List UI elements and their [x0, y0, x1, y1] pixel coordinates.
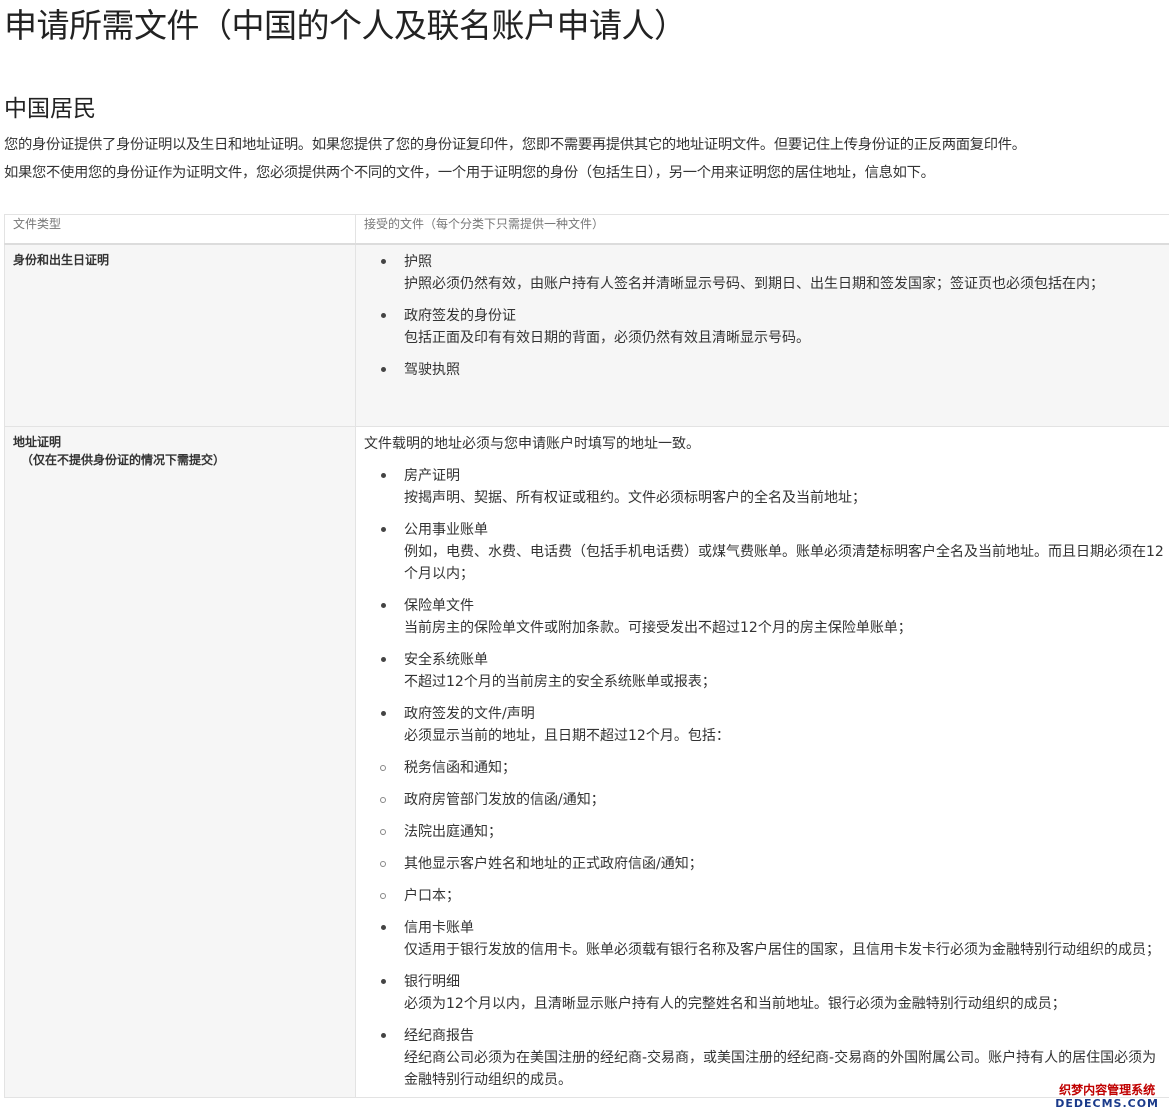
bullet-icon [381, 711, 386, 716]
row-label-identity: 身份和出生日证明 [4, 243, 356, 427]
list-item-title: 银行明细 [404, 974, 460, 990]
watermark-logo: 织梦内容管理系统 DEDECMS.COM [1055, 1083, 1159, 1111]
list-item-title: 公用事业账单 [404, 522, 488, 538]
list-item-title: 驾驶执照 [404, 362, 460, 378]
list-item-desc: 必须为12个月以内，且清晰显示账户持有人的完整姓名和当前地址。银行必须为金融特别… [404, 996, 1066, 1012]
identity-doc-list: 护照护照必须仍然有效，由账户持有人签名并清晰显示号码、到期日、出生日期和签发国家… [364, 251, 1164, 381]
watermark-cn: 织梦内容管理系统 [1059, 1083, 1156, 1097]
list-item-desc: 不超过12个月的当前房主的安全系统账单或报表； [404, 674, 716, 690]
list-item: 税务信函和通知； [364, 757, 1164, 779]
list-item: 经纪商报告经纪商公司必须为在美国注册的经纪商-交易商，或美国注册的经纪商-交易商… [364, 1025, 1164, 1091]
list-item: 户口本； [364, 885, 1164, 907]
watermark-en: DEDECMS.COM [1055, 1097, 1159, 1110]
row-content-address: 文件载明的地址必须与您申请账户时填写的地址一致。 房产证明按揭声明、契据、所有权… [355, 426, 1169, 1098]
list-item-desc: 经纪商公司必须为在美国注册的经纪商-交易商，或美国注册的经纪商-交易商的外国附属… [404, 1050, 1157, 1088]
circle-bullet-icon [380, 797, 386, 803]
list-item-desc: 必须显示当前的地址，且日期不超过12个月。包括： [404, 728, 730, 744]
list-item-title: 保险单文件 [404, 598, 474, 614]
circle-bullet-icon [380, 893, 386, 899]
list-item: 驾驶执照 [364, 359, 1164, 381]
row-label-text: 地址证明 [13, 435, 62, 449]
list-item: 法院出庭通知； [364, 821, 1164, 843]
list-item-title: 政府签发的文件/声明 [404, 706, 535, 722]
table-row-identity: 身份和出生日证明 护照护照必须仍然有效，由账户持有人签名并清晰显示号码、到期日、… [4, 243, 1169, 427]
list-item-desc: 包括正面及印有有效日期的背面，必须仍然有效且清晰显示号码。 [404, 330, 810, 346]
list-item-title: 法院出庭通知； [404, 824, 502, 840]
list-item: 保险单文件当前房主的保险单文件或附加条款。可接受发出不超过12个月的房主保险单账… [364, 595, 1164, 639]
documents-table: 文件类型 接受的文件（每个分类下只需提供一种文件） 身份和出生日证明 护照护照必… [4, 214, 1169, 1098]
list-item-title: 经纪商报告 [404, 1028, 474, 1044]
list-item-title: 护照 [404, 254, 432, 270]
list-item-title: 户口本； [404, 888, 460, 904]
list-item: 公用事业账单例如，电费、水费、电话费（包括手机电话费）或煤气费账单。账单必须清楚… [364, 519, 1164, 585]
list-item-desc: 仅适用于银行发放的信用卡。账单必须载有银行名称及客户居住的国家，且信用卡发卡行必… [404, 942, 1160, 958]
list-item-desc: 按揭声明、契据、所有权证或租约。文件必须标明客户的全名及当前地址； [404, 490, 866, 506]
row-content-identity: 护照护照必须仍然有效，由账户持有人签名并清晰显示号码、到期日、出生日期和签发国家… [355, 243, 1169, 427]
column-header-doc-type: 文件类型 [4, 214, 356, 245]
table-header-row: 文件类型 接受的文件（每个分类下只需提供一种文件） [4, 214, 1169, 245]
bullet-icon [381, 925, 386, 930]
list-item: 政府签发的文件/声明必须显示当前的地址，且日期不超过12个月。包括： [364, 703, 1164, 747]
circle-bullet-icon [380, 765, 386, 771]
bullet-icon [381, 603, 386, 608]
list-item-title: 房产证明 [404, 468, 460, 484]
bullet-icon [381, 657, 386, 662]
list-item: 房产证明按揭声明、契据、所有权证或租约。文件必须标明客户的全名及当前地址； [364, 465, 1164, 509]
address-lead-text: 文件载明的地址必须与您申请账户时填写的地址一致。 [364, 436, 700, 452]
list-item-desc: 例如，电费、水费、电话费（包括手机电话费）或煤气费账单。账单必须清楚标明客户全名… [404, 544, 1164, 582]
intro-paragraph: 如果您不使用您的身份证作为证明文件，您必须提供两个不同的文件，一个用于证明您的身… [4, 165, 935, 181]
row-sublabel: （仅在不提供身份证的情况下需提交） [21, 453, 226, 467]
list-item: 安全系统账单不超过12个月的当前房主的安全系统账单或报表； [364, 649, 1164, 693]
list-item-title: 其他显示客户姓名和地址的正式政府信函/通知； [404, 856, 703, 872]
list-item: 银行明细必须为12个月以内，且清晰显示账户持有人的完整姓名和当前地址。银行必须为… [364, 971, 1164, 1015]
list-item: 政府签发的身份证包括正面及印有有效日期的背面，必须仍然有效且清晰显示号码。 [364, 305, 1164, 349]
row-label-text: 身份和出生日证明 [13, 253, 110, 267]
bullet-icon [381, 1033, 386, 1038]
bullet-icon [381, 527, 386, 532]
section-title: 中国居民 [4, 96, 96, 122]
list-item-title: 政府房管部门发放的信函/通知； [404, 792, 605, 808]
bullet-icon [381, 313, 386, 318]
address-doc-list: 房产证明按揭声明、契据、所有权证或租约。文件必须标明客户的全名及当前地址； 公用事… [364, 465, 1164, 1091]
column-header-accepted-docs: 接受的文件（每个分类下只需提供一种文件） [355, 214, 1169, 245]
bullet-icon [381, 473, 386, 478]
bullet-icon [381, 259, 386, 264]
row-label-address: 地址证明 （仅在不提供身份证的情况下需提交） [4, 426, 356, 1098]
circle-bullet-icon [380, 861, 386, 867]
circle-bullet-icon [380, 829, 386, 835]
list-item-title: 政府签发的身份证 [404, 308, 516, 324]
list-item: 其他显示客户姓名和地址的正式政府信函/通知； [364, 853, 1164, 875]
bullet-icon [381, 367, 386, 372]
intro-paragraph: 您的身份证提供了身份证明以及生日和地址证明。如果您提供了您的身份证复印件，您即不… [4, 137, 1026, 153]
list-item-desc: 护照必须仍然有效，由账户持有人签名并清晰显示号码、到期日、出生日期和签发国家；签… [404, 276, 1104, 292]
intro-text: 您的身份证提供了身份证明以及生日和地址证明。如果您提供了您的身份证复印件，您即不… [4, 131, 1169, 187]
table-row-address: 地址证明 （仅在不提供身份证的情况下需提交） 文件载明的地址必须与您申请账户时填… [4, 426, 1169, 1098]
page-title: 申请所需文件（中国的个人及联名账户申请人） [4, 6, 687, 45]
bullet-icon [381, 979, 386, 984]
list-item-desc: 当前房主的保险单文件或附加条款。可接受发出不超过12个月的房主保险单账单； [404, 620, 912, 636]
list-item: 政府房管部门发放的信函/通知； [364, 789, 1164, 811]
list-item-title: 安全系统账单 [404, 652, 488, 668]
list-item: 护照护照必须仍然有效，由账户持有人签名并清晰显示号码、到期日、出生日期和签发国家… [364, 251, 1164, 295]
list-item-title: 税务信函和通知； [404, 760, 516, 776]
list-item: 信用卡账单仅适用于银行发放的信用卡。账单必须载有银行名称及客户居住的国家，且信用… [364, 917, 1164, 961]
list-item-title: 信用卡账单 [404, 920, 474, 936]
